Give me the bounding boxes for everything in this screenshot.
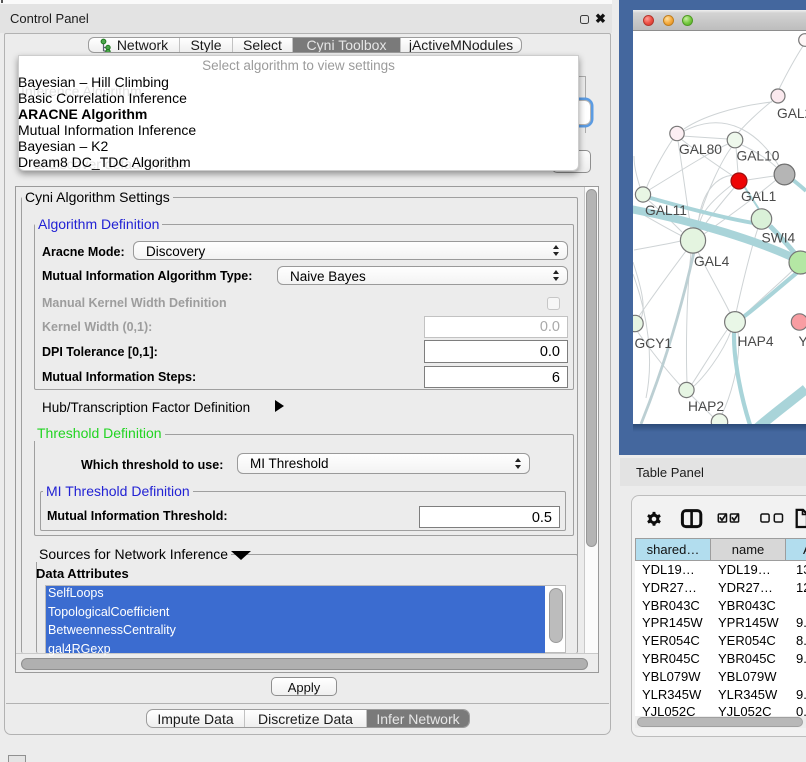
svg-text:GAL2: GAL2 — [777, 106, 806, 121]
svg-text:GAL4: GAL4 — [694, 254, 730, 269]
svg-text:SWI4: SWI4 — [762, 231, 796, 246]
svg-text:GCY1: GCY1 — [635, 336, 673, 351]
svg-text:GAL1: GAL1 — [741, 189, 776, 204]
svg-text:GAL10: GAL10 — [737, 149, 780, 164]
svg-text:HAP2: HAP2 — [688, 399, 724, 414]
svg-text:Y: Y — [799, 334, 806, 349]
svg-text:GAL11: GAL11 — [645, 203, 687, 218]
svg-text:HAP4: HAP4 — [738, 334, 774, 349]
svg-text:GAL80: GAL80 — [679, 142, 722, 157]
